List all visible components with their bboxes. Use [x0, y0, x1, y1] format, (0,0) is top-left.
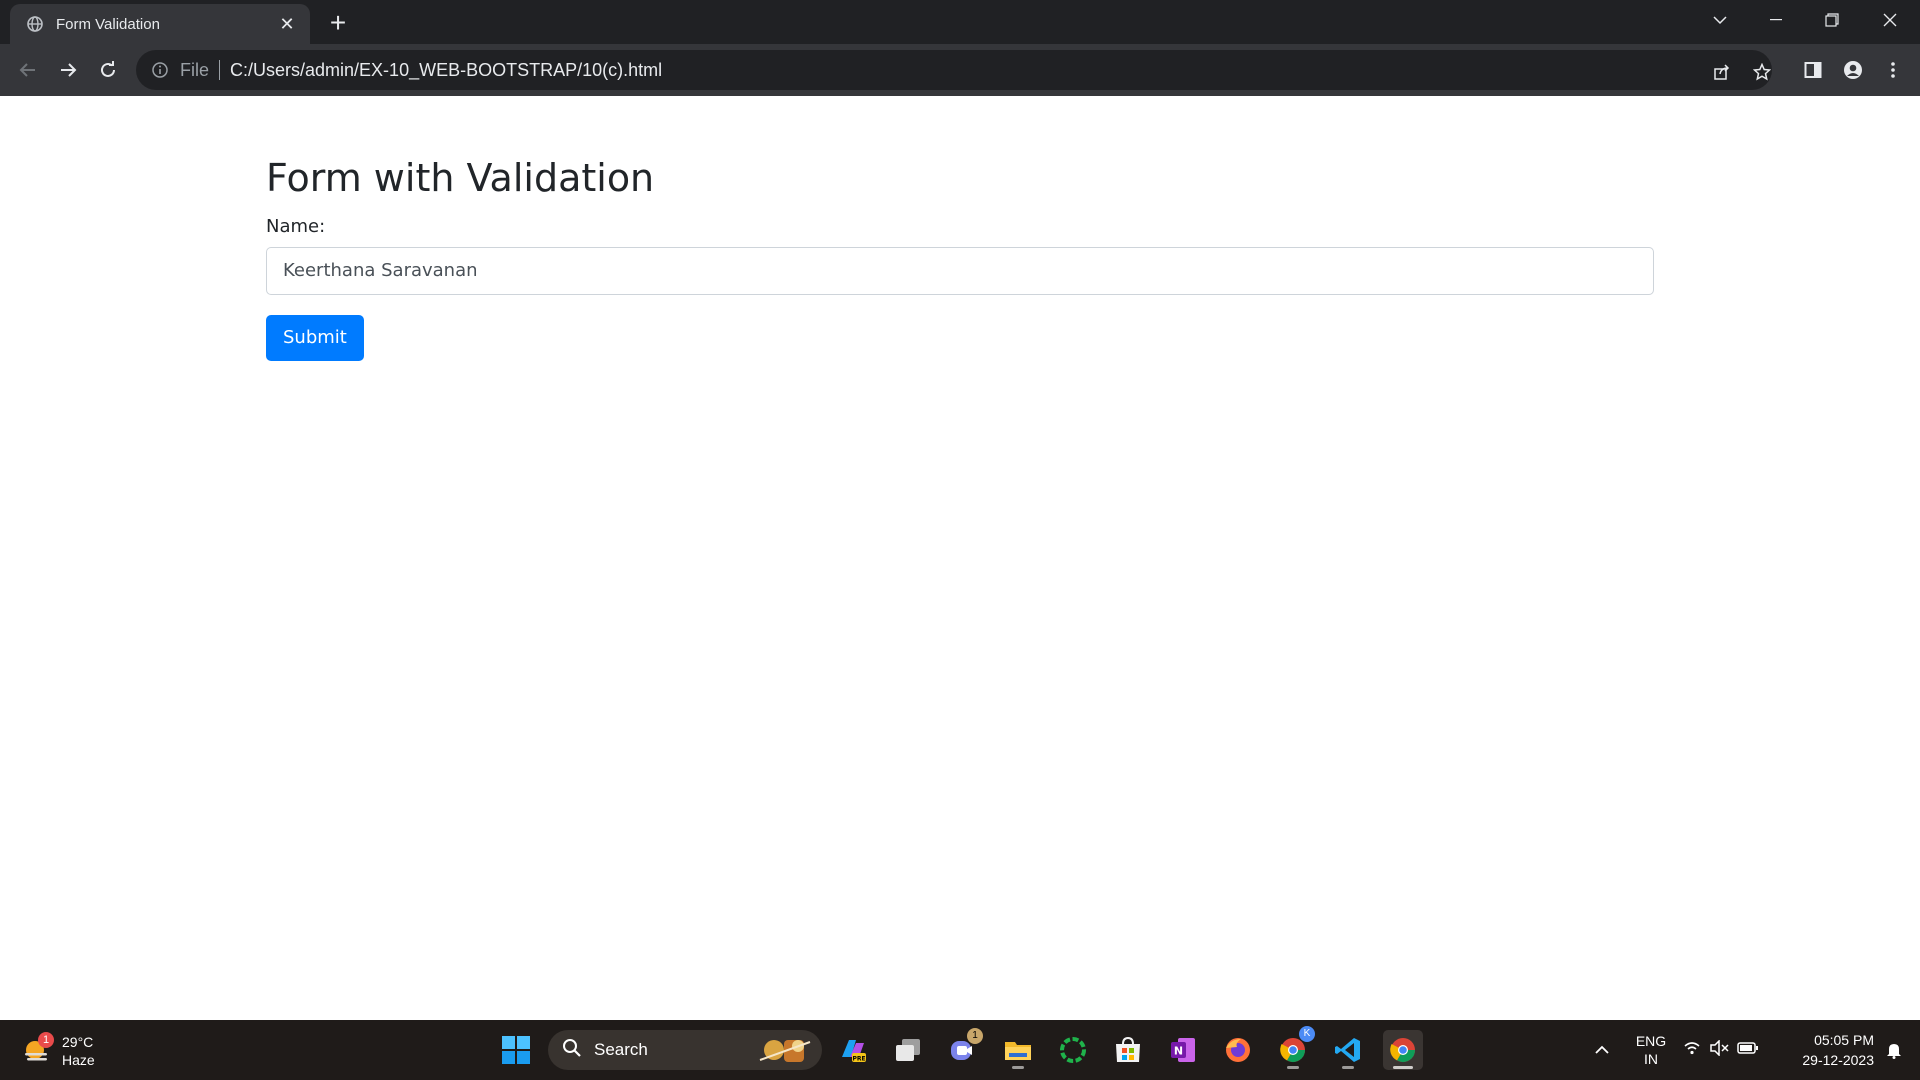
running-indicator: [1287, 1066, 1299, 1069]
clock-time: 05:05 PM: [1814, 1032, 1874, 1048]
weather-widget[interactable]: 1 29°C Haze: [22, 1030, 122, 1072]
svg-text:PRE: PRE: [852, 1056, 865, 1063]
restore-button[interactable]: [1812, 6, 1852, 34]
browser-tab[interactable]: Form Validation ✕: [10, 4, 310, 44]
running-indicator: [1342, 1066, 1354, 1069]
app-ring-icon[interactable]: [1053, 1030, 1093, 1070]
web-page: Form with Validation Name: Submit: [0, 96, 1920, 1020]
minimize-button[interactable]: [1756, 6, 1796, 34]
search-icon: [562, 1038, 582, 1063]
notification-bell-icon[interactable]: [1878, 1030, 1910, 1070]
address-bar[interactable]: File C:/Users/admin/EX-10_WEB-BOOTSTRAP/…: [136, 50, 1772, 90]
teams-badge: 1: [967, 1028, 983, 1044]
chrome-profile-icon[interactable]: K: [1273, 1026, 1315, 1070]
more-menu-icon[interactable]: [1880, 57, 1906, 83]
system-clock[interactable]: 05:05 PM 29-12-2023: [1784, 1030, 1874, 1070]
submit-button[interactable]: Submit: [266, 314, 364, 361]
windows-start-icon[interactable]: [496, 1030, 536, 1070]
weather-badge: 1: [38, 1032, 54, 1048]
form-container: Form with Validation Name: Submit: [266, 156, 1654, 361]
show-hidden-icons-chevron-icon[interactable]: [1582, 1030, 1622, 1070]
microsoft-store-icon[interactable]: [1108, 1030, 1148, 1070]
tab-title: Form Validation: [56, 15, 160, 33]
running-indicator: [1393, 1066, 1413, 1069]
name-label: Name:: [266, 215, 326, 237]
chrome-profile-badge: K: [1299, 1026, 1315, 1042]
svg-text:N: N: [1174, 1045, 1183, 1058]
name-input[interactable]: [266, 246, 1654, 295]
validation-form: Name: Submit: [266, 216, 1654, 361]
task-view-icon[interactable]: [888, 1030, 928, 1070]
vscode-icon[interactable]: [1328, 1030, 1368, 1070]
quick-settings[interactable]: [1676, 1030, 1766, 1070]
language-line-1: ENG: [1635, 1033, 1667, 1049]
search-highlight-icon: [754, 1034, 816, 1071]
info-icon[interactable]: [150, 60, 170, 80]
new-tab-button[interactable]: +: [324, 9, 352, 38]
url-text[interactable]: C:/Users/admin/EX-10_WEB-BOOTSTRAP/10(c)…: [230, 60, 662, 81]
reload-icon[interactable]: [94, 56, 122, 84]
back-arrow-icon[interactable]: [14, 56, 42, 84]
onenote-icon[interactable]: N: [1163, 1030, 1203, 1070]
globe-icon: [26, 15, 44, 33]
battery-icon: [1737, 1041, 1759, 1060]
side-panel-icon[interactable]: [1800, 57, 1826, 83]
windows-taskbar: 1 29°C Haze Search PRE 1 N K ENG IN 05:0…: [0, 1020, 1920, 1080]
tab-close-icon[interactable]: ✕: [276, 13, 298, 35]
weather-description: Haze: [62, 1052, 95, 1068]
volume-muted-icon: [1709, 1038, 1729, 1061]
weather-haze-icon: 1: [22, 1032, 54, 1066]
firefox-icon[interactable]: [1218, 1030, 1258, 1070]
url-divider: [219, 60, 221, 80]
profile-icon[interactable]: [1840, 57, 1866, 83]
language-line-2: IN: [1644, 1051, 1658, 1067]
copilot-icon[interactable]: PRE: [833, 1030, 873, 1070]
running-indicator: [1012, 1066, 1024, 1069]
clock-date: 29-12-2023: [1802, 1052, 1874, 1068]
search-label: Search: [594, 1040, 648, 1059]
page-title: Form with Validation: [266, 156, 655, 200]
language-indicator[interactable]: ENG IN: [1626, 1032, 1676, 1068]
browser-toolbar: File C:/Users/admin/EX-10_WEB-BOOTSTRAP/…: [0, 44, 1920, 96]
weather-temperature: 29°C: [62, 1034, 94, 1050]
browser-tabstrip: Form Validation ✕ +: [0, 0, 1920, 44]
file-explorer-icon[interactable]: [998, 1030, 1038, 1070]
tab-search-chevron-icon[interactable]: [1700, 6, 1740, 34]
close-window-button[interactable]: [1870, 6, 1910, 34]
chrome-icon[interactable]: [1383, 1030, 1423, 1070]
teams-chat-icon[interactable]: 1: [943, 1028, 983, 1070]
share-icon[interactable]: [1710, 60, 1734, 84]
forward-arrow-icon[interactable]: [54, 56, 82, 84]
taskbar-search[interactable]: Search: [548, 1030, 822, 1070]
url-scheme: File: [180, 59, 210, 80]
wifi-icon: [1683, 1040, 1701, 1061]
bookmark-star-icon[interactable]: [1750, 60, 1774, 84]
